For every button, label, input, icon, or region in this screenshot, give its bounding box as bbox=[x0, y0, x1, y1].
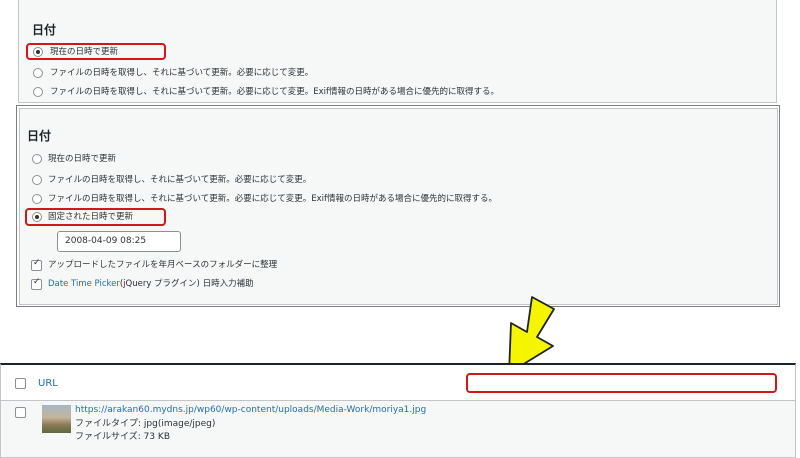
date-heading: 日付 bbox=[32, 23, 57, 37]
highlight-box bbox=[466, 373, 777, 393]
file-size-text: ファイルサイズ: 73 KB bbox=[75, 432, 171, 442]
option-label: 固定された日時で更新 bbox=[48, 212, 134, 222]
checkbox-label-rest: (jQuery プラグイン) 日時入力補助 bbox=[119, 279, 254, 289]
fixed-date-input[interactable]: 2008-04-09 08:25 bbox=[57, 231, 181, 252]
checkbox-year-month-folders[interactable] bbox=[31, 258, 42, 271]
date-heading: 日付 bbox=[27, 129, 52, 143]
date-time-picker-link[interactable]: Date Time Picker bbox=[48, 279, 120, 289]
checkbox-date-time-picker[interactable] bbox=[31, 277, 42, 290]
option-label: 現在の日時で更新 bbox=[50, 47, 119, 57]
radio-exif-datetime[interactable] bbox=[33, 87, 43, 97]
radio-exif-datetime[interactable] bbox=[32, 194, 42, 204]
url-column-header[interactable]: URL bbox=[38, 378, 58, 389]
radio-file-datetime[interactable] bbox=[32, 175, 42, 185]
settings-panel-after bbox=[19, 108, 778, 305]
file-type-text: ファイルタイプ: jpg(image/jpeg) bbox=[75, 419, 216, 429]
option-label: 現在の日時で更新 bbox=[48, 154, 117, 164]
checkbox-label: アップロードしたファイルを年月ベースのフォルダーに整理 bbox=[48, 260, 278, 270]
option-label: ファイルの日時を取得し、それに基づいて更新。必要に応じて変更。 bbox=[48, 175, 312, 185]
option-label: ファイルの日時を取得し、それに基づいて更新。必要に応じて変更。 bbox=[50, 68, 314, 78]
radio-fixed-datetime[interactable] bbox=[32, 212, 42, 222]
checkbox-label: Date Time Picker(jQuery プラグイン) 日時入力補助 bbox=[48, 278, 254, 290]
option-label: ファイルの日時を取得し、それに基づいて更新。必要に応じて変更。Exif情報の日時… bbox=[50, 87, 500, 97]
file-url-link[interactable]: https://arakan60.mydns.jp/wp60/wp-conten… bbox=[75, 404, 426, 417]
radio-file-datetime[interactable] bbox=[33, 68, 43, 78]
option-label: ファイルの日時を取得し、それに基づいて更新。必要に応じて変更。Exif情報の日時… bbox=[48, 194, 498, 204]
image-thumbnail[interactable] bbox=[42, 405, 71, 433]
radio-current-datetime[interactable] bbox=[33, 47, 43, 57]
select-all-checkbox[interactable] bbox=[15, 378, 26, 389]
row-checkbox[interactable] bbox=[15, 407, 26, 418]
radio-current-datetime[interactable] bbox=[32, 154, 42, 164]
